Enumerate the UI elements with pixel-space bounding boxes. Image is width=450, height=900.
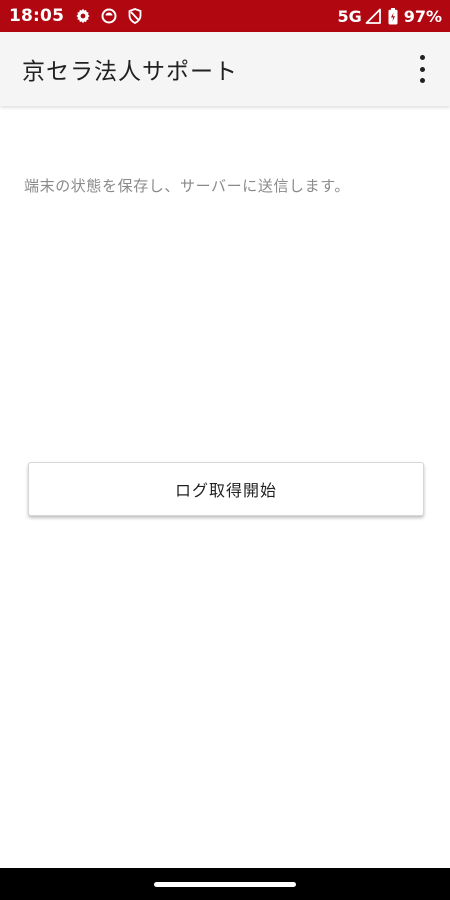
gear-icon [74, 7, 92, 25]
app-bar: 京セラ法人サポート [0, 32, 450, 106]
start-log-button[interactable]: ログ取得開始 [28, 462, 424, 516]
battery-icon [384, 7, 402, 25]
notification-icon [100, 7, 118, 25]
menu-dot [419, 78, 425, 83]
menu-dot [419, 55, 425, 60]
app-title: 京セラ法人サポート [22, 59, 238, 85]
status-bar: 18:05 5G 97% [0, 0, 450, 32]
more-vert-icon[interactable] [416, 55, 428, 83]
shield-icon [126, 7, 144, 25]
screen: 18:05 5G 97% 京セラ法人サポート 端末の状態を保存し、サーバーに送信… [0, 0, 450, 900]
battery-percent: 97% [403, 6, 442, 26]
status-time: 18:05 [9, 6, 65, 26]
navigation-bar [0, 868, 450, 900]
status-left: 18:05 [9, 6, 152, 26]
menu-dot [419, 66, 425, 72]
network-type: 5G [337, 6, 362, 26]
description-text: 端末の状態を保存し、サーバーに送信します。 [24, 177, 350, 195]
status-right: 5G 97% [337, 7, 442, 26]
signal-icon [364, 7, 382, 25]
home-handle[interactable] [154, 881, 296, 887]
